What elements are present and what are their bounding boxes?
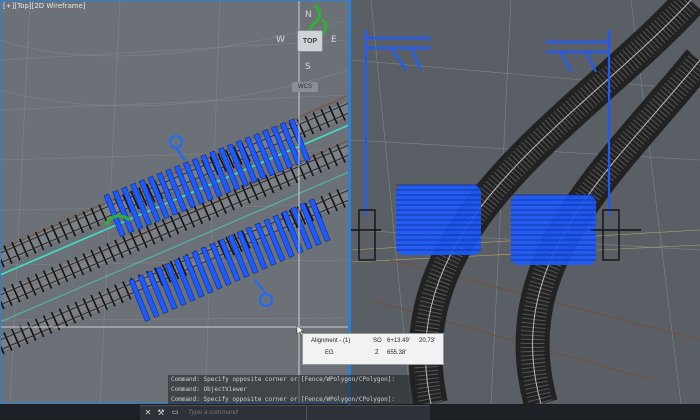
tooltip-eg-label: EG: [325, 350, 334, 356]
wrench-icon[interactable]: ⚒: [156, 408, 166, 418]
object-tooltip: Alignment - (1) SO 6+13.49' 20.73' EG Z …: [302, 333, 444, 365]
tooltip-z-key: Z: [375, 350, 379, 356]
tooltip-elevation-value: 655.38': [387, 350, 407, 356]
status-bar-right: [430, 405, 700, 419]
viewport-top-2d[interactable]: [+][Top][2D Wireframe] N W E S TOP WCS: [0, 0, 349, 404]
tooltip-so-key: SO: [373, 338, 382, 344]
command-input[interactable]: [188, 407, 388, 418]
command-history: Command: Specify opposite corner or [Fen…: [168, 375, 418, 405]
wcs-menu[interactable]: WCS: [292, 82, 318, 92]
tooltip-station-value: 6+13.49': [387, 338, 411, 344]
tooltip-offset-value: 20.73': [419, 338, 436, 344]
command-line[interactable]: ✕ ⚒ ▭: [140, 405, 430, 420]
drawing-canvas-2d[interactable]: [0, 0, 349, 404]
tooltip-alignment-label: Alignment - (1): [311, 338, 351, 344]
command-history-line: Command: ObjectViewer: [168, 385, 418, 395]
viewcube-north-label[interactable]: N: [305, 10, 312, 20]
viewport-label[interactable]: [+][Top][2D Wireframe]: [3, 2, 86, 10]
viewcube-east-label[interactable]: E: [331, 35, 337, 45]
viewcube-south-label[interactable]: S: [305, 62, 311, 72]
status-bar-left: [0, 405, 140, 419]
command-history-line: Command: Specify opposite corner or [Fen…: [168, 395, 418, 405]
close-icon[interactable]: ✕: [143, 408, 153, 418]
command-prompt-icon[interactable]: ▭: [170, 408, 180, 418]
command-history-line: Command: Specify opposite corner or [Fen…: [168, 375, 418, 385]
viewcube-west-label[interactable]: W: [276, 35, 285, 45]
viewcube-top-face[interactable]: TOP: [297, 30, 323, 52]
